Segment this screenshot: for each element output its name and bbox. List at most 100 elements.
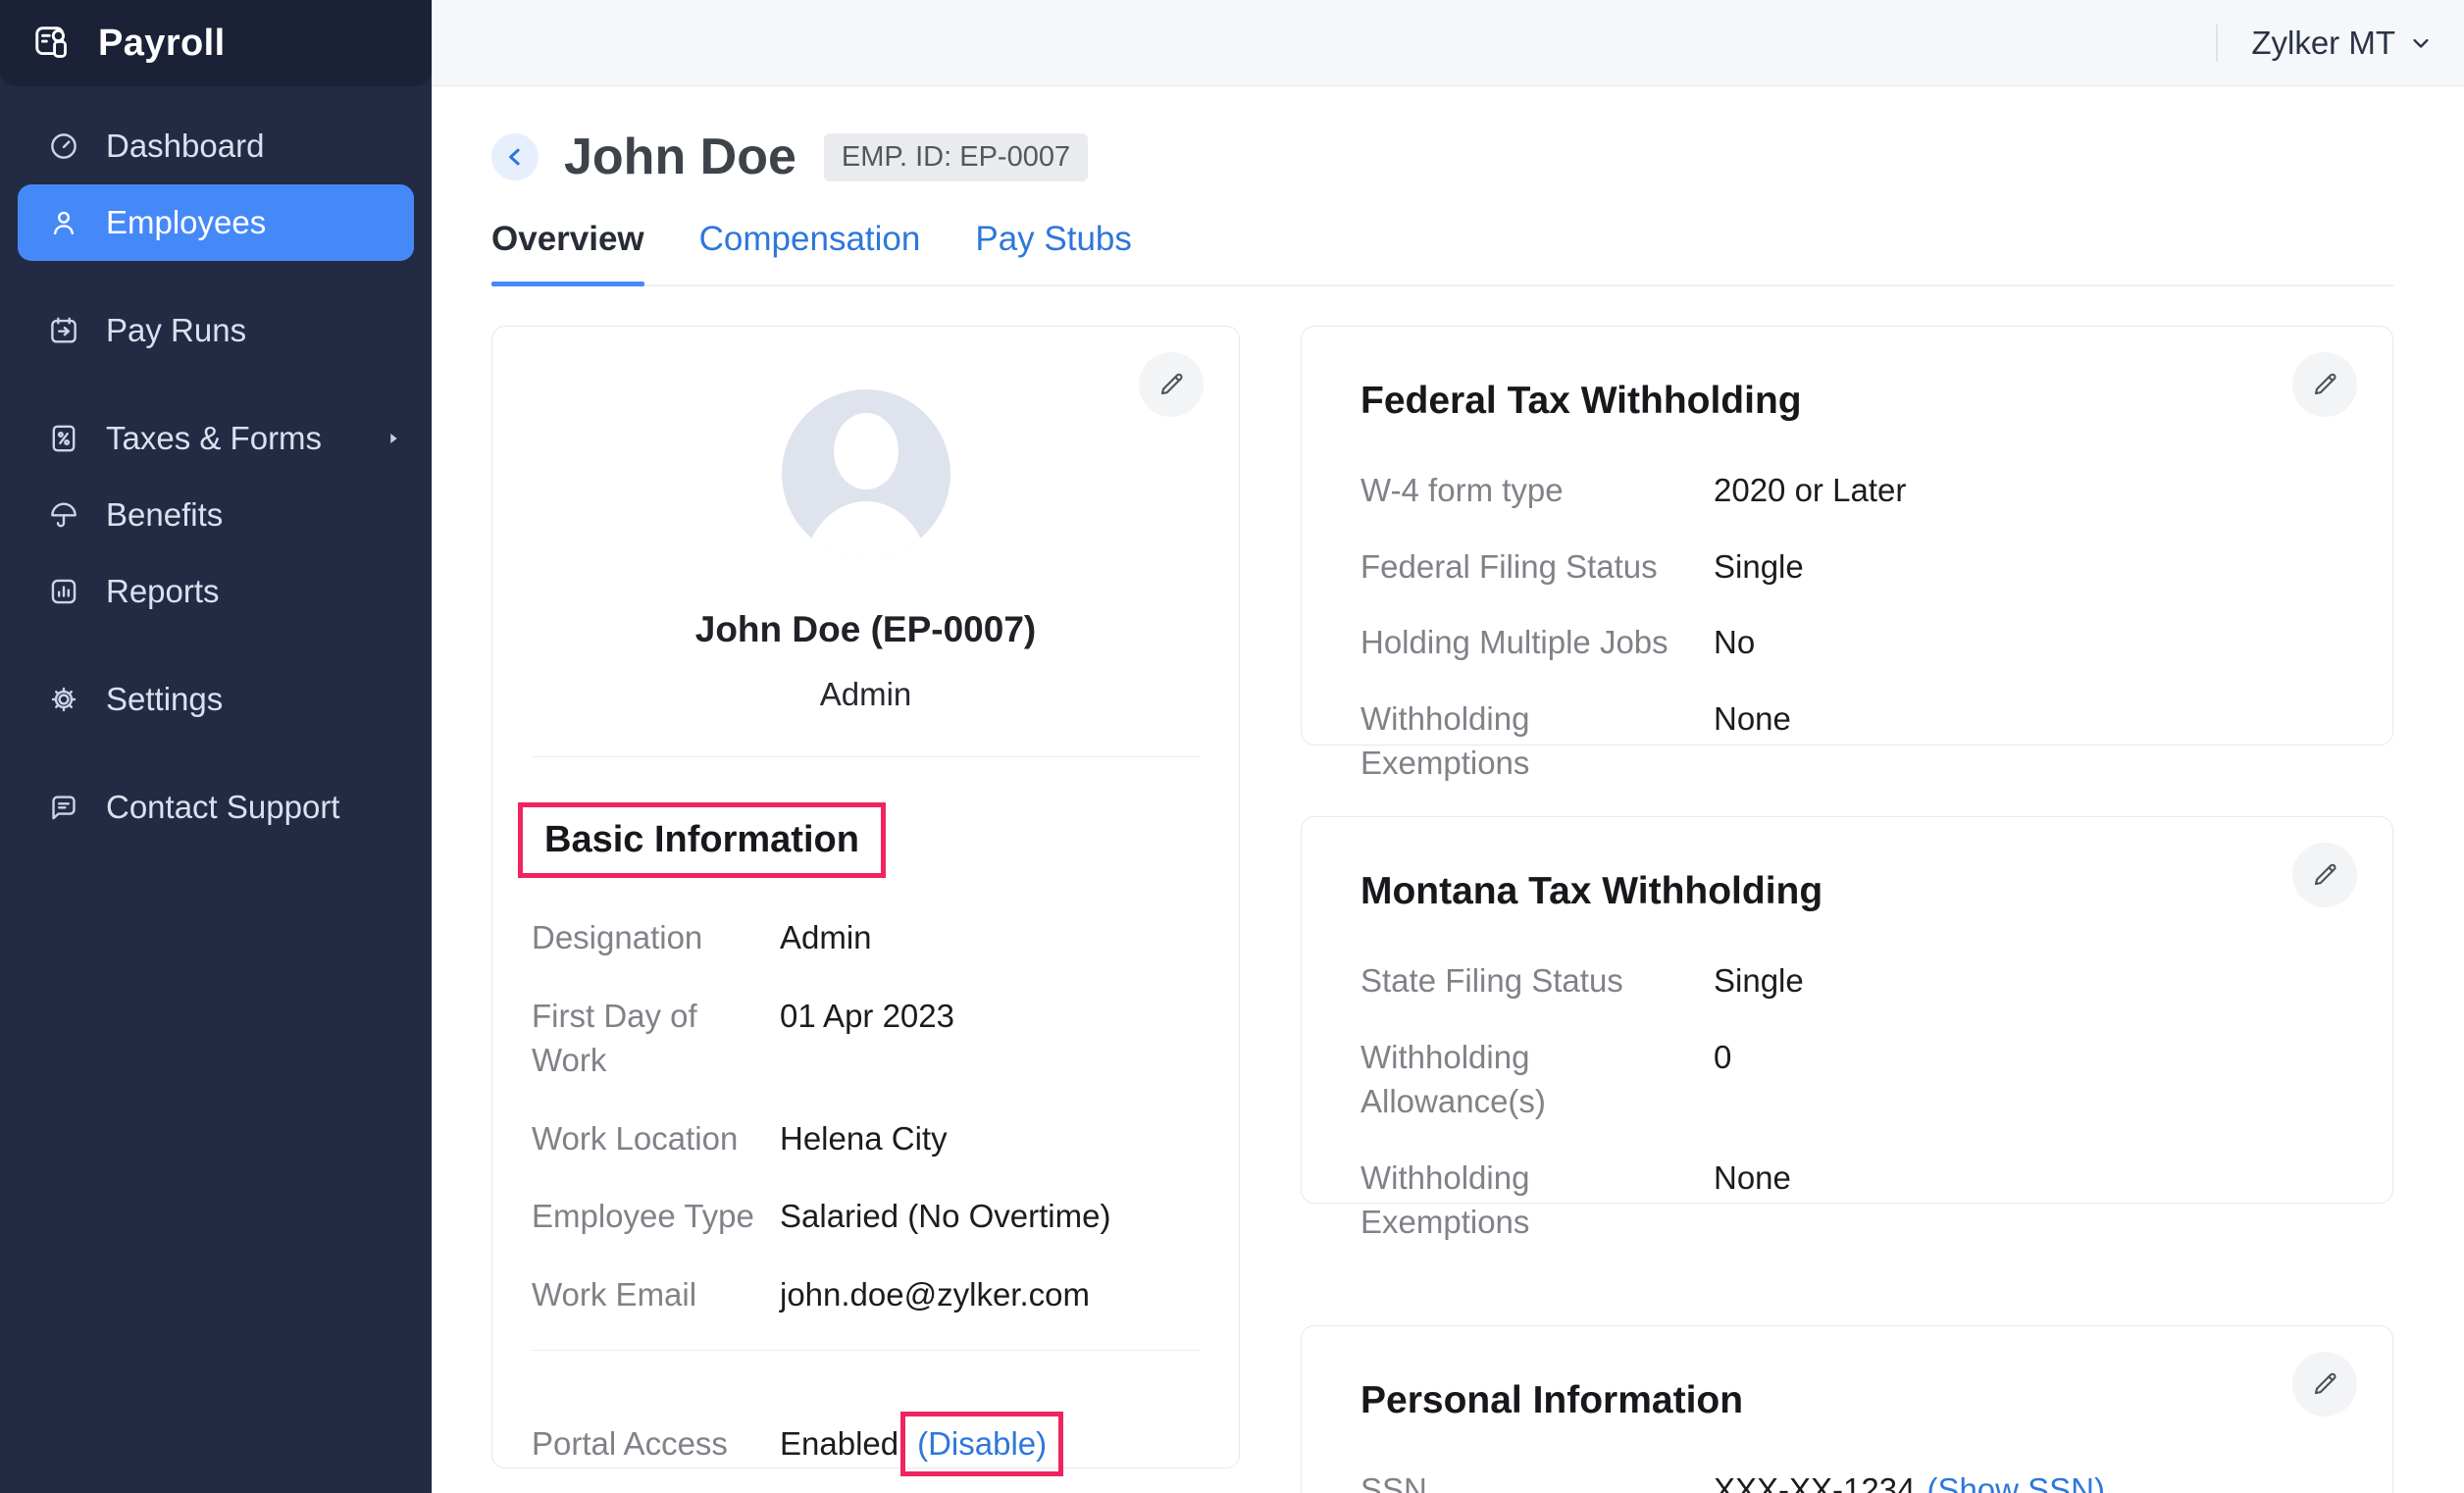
sidebar-item-label: Pay Runs	[106, 312, 246, 349]
app-logo: Payroll	[0, 0, 432, 86]
page-title: John Doe	[564, 128, 796, 186]
field-row-withholding-exemptions: Withholding Exemptions None	[1360, 1156, 2334, 1245]
edit-state-tax-button[interactable]	[2292, 843, 2357, 907]
tab-compensation[interactable]: Compensation	[699, 220, 921, 284]
field-label: Withholding Allowance(s)	[1360, 1035, 1694, 1124]
basic-information-fields: Designation Admin First Day of Work 01 A…	[532, 915, 1200, 1316]
field-label: Withholding Exemptions	[1360, 696, 1694, 786]
divider	[532, 1350, 1200, 1351]
divider	[532, 756, 1200, 757]
field-value: Helena City	[780, 1116, 948, 1161]
content: John Doe EMP. ID: EP-0007 Overview Compe…	[433, 86, 2464, 1493]
sidebar-nav: Dashboard Employees	[0, 86, 432, 846]
federal-tax-fields: W-4 form type 2020 or Later Federal Fili…	[1360, 468, 2334, 786]
sidebar-item-taxes-forms[interactable]: Taxes & Forms	[0, 400, 432, 477]
field-value: Admin	[780, 915, 872, 960]
employees-icon	[47, 206, 80, 239]
sidebar-item-reports[interactable]: Reports	[0, 553, 432, 630]
field-row-w4-form-type: W-4 form type 2020 or Later	[1360, 468, 2334, 513]
employee-role: Admin	[532, 676, 1200, 713]
sidebar-item-settings[interactable]: Settings	[0, 661, 432, 738]
org-switcher[interactable]: Zylker MT	[2251, 25, 2435, 62]
tab-bar: Overview Compensation Pay Stubs	[491, 220, 2393, 286]
field-value: XXX-XX-1234	[1714, 1467, 1915, 1493]
field-label: Federal Filing Status	[1360, 544, 1694, 590]
edit-personal-information-button[interactable]	[2292, 1352, 2357, 1416]
settings-gear-icon	[47, 683, 80, 716]
portal-access-status: Enabled	[780, 1421, 898, 1467]
chevron-down-icon	[2407, 29, 2435, 57]
back-button[interactable]	[491, 133, 539, 180]
field-label: Work Email	[532, 1272, 762, 1317]
sidebar-item-dashboard[interactable]: Dashboard	[0, 108, 432, 184]
field-label: Employee Type	[532, 1194, 762, 1239]
payroll-logo-icon	[31, 21, 77, 66]
avatar-head-shape	[834, 413, 898, 489]
chevron-right-icon	[383, 428, 404, 449]
field-row-employee-type: Employee Type Salaried (No Overtime)	[532, 1194, 1200, 1239]
portal-access-row: Portal Access Enabled (Disable)	[532, 1412, 1200, 1476]
sidebar: Payroll Dashboard Employees	[0, 0, 432, 1493]
avatar	[782, 389, 950, 558]
show-ssn-link[interactable]: (Show SSN)	[1926, 1467, 2105, 1493]
sidebar-item-label: Contact Support	[106, 789, 339, 826]
field-row-first-day-of-work: First Day of Work 01 Apr 2023	[532, 994, 1200, 1083]
sidebar-item-benefits[interactable]: Benefits	[0, 477, 432, 553]
field-row-withholding-exemptions: Withholding Exemptions None	[1360, 696, 2334, 786]
tab-overview[interactable]: Overview	[491, 220, 644, 284]
employee-id-badge: EMP. ID: EP-0007	[824, 133, 1088, 181]
basic-information-heading: Basic Information	[544, 819, 859, 860]
field-label: W-4 form type	[1360, 468, 1694, 513]
personal-information-card: Personal Information SSN XXX-XX-1234 (Sh…	[1301, 1325, 2393, 1493]
sidebar-item-label: Settings	[106, 681, 223, 718]
field-row-ssn: SSN XXX-XX-1234 (Show SSN)	[1360, 1467, 2334, 1493]
main-area: Zylker MT John Doe EMP. ID: EP-0007	[432, 0, 2464, 1493]
field-row-state-filing-status: State Filing Status Single	[1360, 958, 2334, 1004]
field-value: 01 Apr 2023	[780, 994, 954, 1039]
page-header: John Doe EMP. ID: EP-0007	[491, 128, 2393, 186]
field-label: Holding Multiple Jobs	[1360, 620, 1694, 665]
taxes-forms-icon	[47, 422, 80, 455]
field-row-work-location: Work Location Helena City	[532, 1116, 1200, 1161]
sidebar-item-label: Dashboard	[106, 128, 264, 165]
portal-access-label: Portal Access	[532, 1421, 762, 1467]
annotation-highlight-disable-link: (Disable)	[900, 1412, 1063, 1476]
app-window: Payroll Dashboard Employees	[0, 0, 2464, 1493]
field-value: No	[1714, 620, 1755, 665]
sidebar-item-pay-runs[interactable]: Pay Runs	[0, 292, 432, 369]
card-title: Federal Tax Withholding	[1360, 380, 2334, 423]
contact-support-icon	[47, 791, 80, 824]
annotation-highlight-basic-information: Basic Information	[518, 802, 886, 878]
sidebar-item-label: Benefits	[106, 496, 223, 534]
field-row-withholding-allowances: Withholding Allowance(s) 0	[1360, 1035, 2334, 1124]
tab-pay-stubs[interactable]: Pay Stubs	[975, 220, 1132, 284]
field-label: SSN	[1360, 1467, 1694, 1493]
left-column: John Doe (EP-0007) Admin Basic Informati…	[491, 326, 1240, 1468]
field-value: john.doe@zylker.com	[780, 1272, 1090, 1317]
benefits-icon	[47, 498, 80, 532]
topbar-divider	[2216, 25, 2218, 62]
app-title: Payroll	[98, 23, 226, 65]
cards-region: John Doe (EP-0007) Admin Basic Informati…	[491, 326, 2393, 1493]
card-title: Personal Information	[1360, 1379, 2334, 1422]
right-column: Federal Tax Withholding W-4 form type 20…	[1301, 326, 2393, 1493]
field-value: 2020 or Later	[1714, 468, 1906, 513]
disable-portal-access-link[interactable]: (Disable)	[917, 1421, 1047, 1467]
field-value: Salaried (No Overtime)	[780, 1194, 1110, 1239]
sidebar-item-employees[interactable]: Employees	[18, 184, 414, 261]
reports-icon	[47, 575, 80, 608]
montana-tax-withholding-card: Montana Tax Withholding State Filing Sta…	[1301, 816, 2393, 1204]
edit-federal-tax-button[interactable]	[2292, 352, 2357, 417]
sidebar-item-label: Reports	[106, 573, 220, 610]
field-label: State Filing Status	[1360, 958, 1694, 1004]
personal-information-fields: SSN XXX-XX-1234 (Show SSN)	[1360, 1467, 2334, 1493]
avatar-body-shape	[803, 501, 929, 558]
sidebar-item-contact-support[interactable]: Contact Support	[0, 769, 432, 846]
edit-profile-button[interactable]	[1139, 352, 1204, 417]
employee-name: John Doe (EP-0007)	[532, 609, 1200, 650]
card-title: Montana Tax Withholding	[1360, 870, 2334, 913]
field-row-work-email: Work Email john.doe@zylker.com	[532, 1272, 1200, 1317]
sidebar-item-label: Taxes & Forms	[106, 420, 322, 457]
field-label: Designation	[532, 915, 762, 960]
field-row-holding-multiple-jobs: Holding Multiple Jobs No	[1360, 620, 2334, 665]
